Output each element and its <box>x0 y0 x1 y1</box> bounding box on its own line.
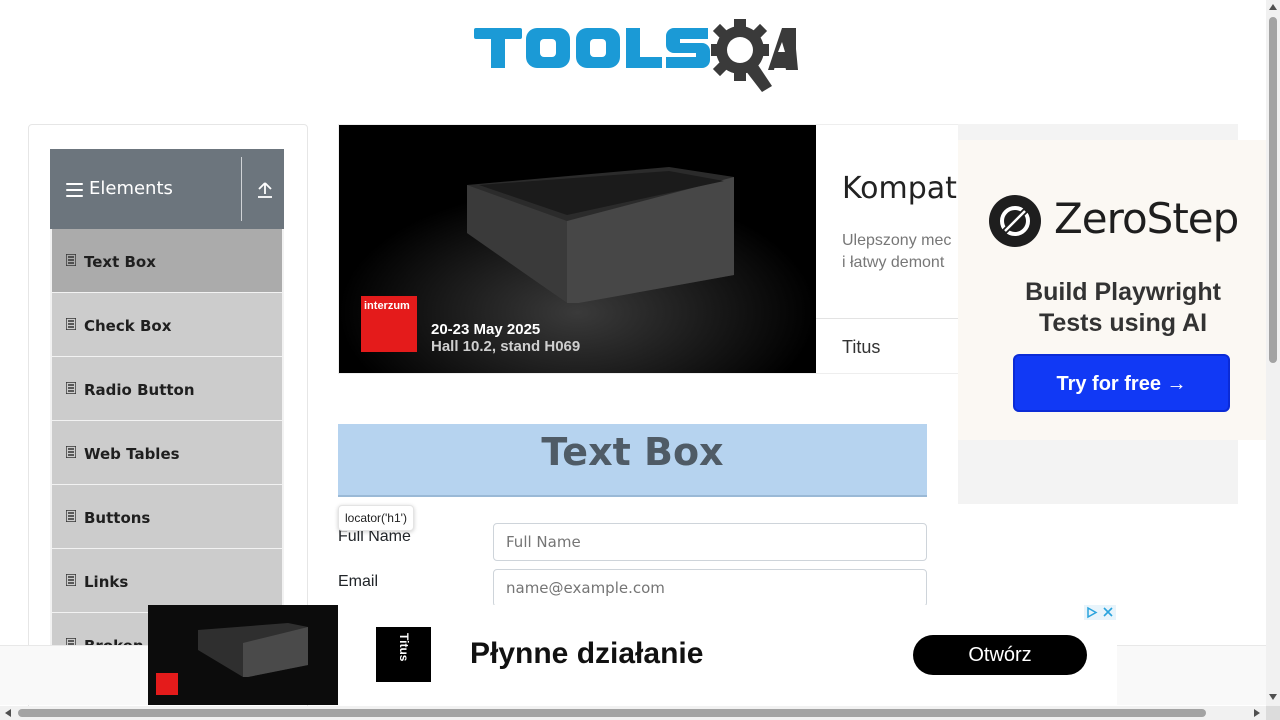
drawer-thumbnail <box>148 605 338 705</box>
page-title: Text Box <box>541 430 724 474</box>
sidebar-item-links[interactable]: Links <box>50 549 284 613</box>
document-icon <box>66 510 76 522</box>
elements-group-header[interactable]: Elements <box>50 149 284 229</box>
adchoices-icon[interactable] <box>1084 605 1100 620</box>
page-title-bar: Text Box <box>338 424 927 497</box>
sidebar-item-label: Text Box <box>84 253 156 271</box>
horizontal-scroll-thumb[interactable] <box>18 709 1206 717</box>
interzum-logo: interzum <box>361 296 417 352</box>
hamburger-icon <box>66 183 83 197</box>
document-icon <box>66 574 76 586</box>
sidebar-item-label: Buttons <box>84 509 151 527</box>
sidebar-item-buttons[interactable]: Buttons <box>50 485 284 549</box>
sidebar-item-label: Radio Button <box>84 381 195 399</box>
document-icon <box>66 382 76 394</box>
sidebar-item-label: Check Box <box>84 317 172 335</box>
scroll-left-icon[interactable] <box>5 709 11 717</box>
vertical-scrollbar[interactable] <box>1266 0 1280 706</box>
vertical-scroll-thumb[interactable] <box>1269 17 1277 363</box>
bottom-ad-headline[interactable]: Płynne działanie <box>470 637 703 671</box>
zerostep-tagline-line2: Tests using AI <box>1038 309 1208 337</box>
ad-description-line2: i łatwy demont <box>842 254 945 271</box>
bottom-ad-image[interactable] <box>148 605 338 705</box>
zerostep-ad[interactable]: ZeroStep Build Playwright Tests using AI… <box>958 124 1266 504</box>
sidebar-item-label: Links <box>84 573 129 591</box>
horizontal-scrollbar[interactable] <box>0 706 1266 720</box>
locator-tooltip: locator('h1') <box>338 505 414 531</box>
email-label: Email <box>338 573 379 590</box>
try-for-free-button[interactable]: Try for free → <box>1013 354 1230 412</box>
sidebar-item-radio-button[interactable]: Radio Button <box>50 357 284 421</box>
toolsqa-logo[interactable] <box>472 14 798 92</box>
email-input[interactable] <box>493 569 927 607</box>
zerostep-tagline-line1: Build Playwright <box>1025 278 1221 306</box>
ad-product-image[interactable]: interzum 20-23 May 2025 Hall 10.2, stand… <box>339 125 816 373</box>
promo-date: 20-23 May 2025 <box>431 321 541 338</box>
collapse-up-icon[interactable] <box>256 181 274 199</box>
full-name-input[interactable] <box>493 523 927 561</box>
group-title: Elements <box>89 178 173 199</box>
ad-brand[interactable]: Titus <box>842 337 880 358</box>
open-button[interactable]: Otwórz <box>913 635 1087 675</box>
ad-description-line1: Ulepszony mec <box>842 232 952 249</box>
toolsqa-logo-graphic <box>474 19 798 92</box>
zerostep-logo-icon <box>989 195 1041 247</box>
header-divider <box>241 157 242 221</box>
sidebar-item-text-box[interactable]: Text Box <box>50 229 284 293</box>
zerostep-brand: ZeroStep <box>1054 194 1239 243</box>
scroll-up-icon[interactable] <box>1269 4 1277 10</box>
sidebar-item-web-tables[interactable]: Web Tables <box>50 421 284 485</box>
titus-logo: Titus <box>376 627 431 682</box>
sidebar-item-label: Web Tables <box>84 445 180 463</box>
document-icon <box>66 254 76 266</box>
zerostep-card: ZeroStep Build Playwright Tests using AI… <box>958 140 1266 440</box>
scroll-right-icon[interactable] <box>1254 709 1260 717</box>
scroll-down-icon[interactable] <box>1269 694 1277 700</box>
document-icon <box>66 446 76 458</box>
close-ad-icon[interactable] <box>1100 605 1116 620</box>
scrollbar-corner <box>1266 706 1280 720</box>
bottom-banner-ad[interactable]: Titus Płynne działanie Otwórz <box>148 605 1117 705</box>
ad-title[interactable]: Kompaty <box>842 171 975 206</box>
sidebar-item-check-box[interactable]: Check Box <box>50 293 284 357</box>
promo-hall: Hall 10.2, stand H069 <box>431 338 581 355</box>
document-icon <box>66 318 76 330</box>
